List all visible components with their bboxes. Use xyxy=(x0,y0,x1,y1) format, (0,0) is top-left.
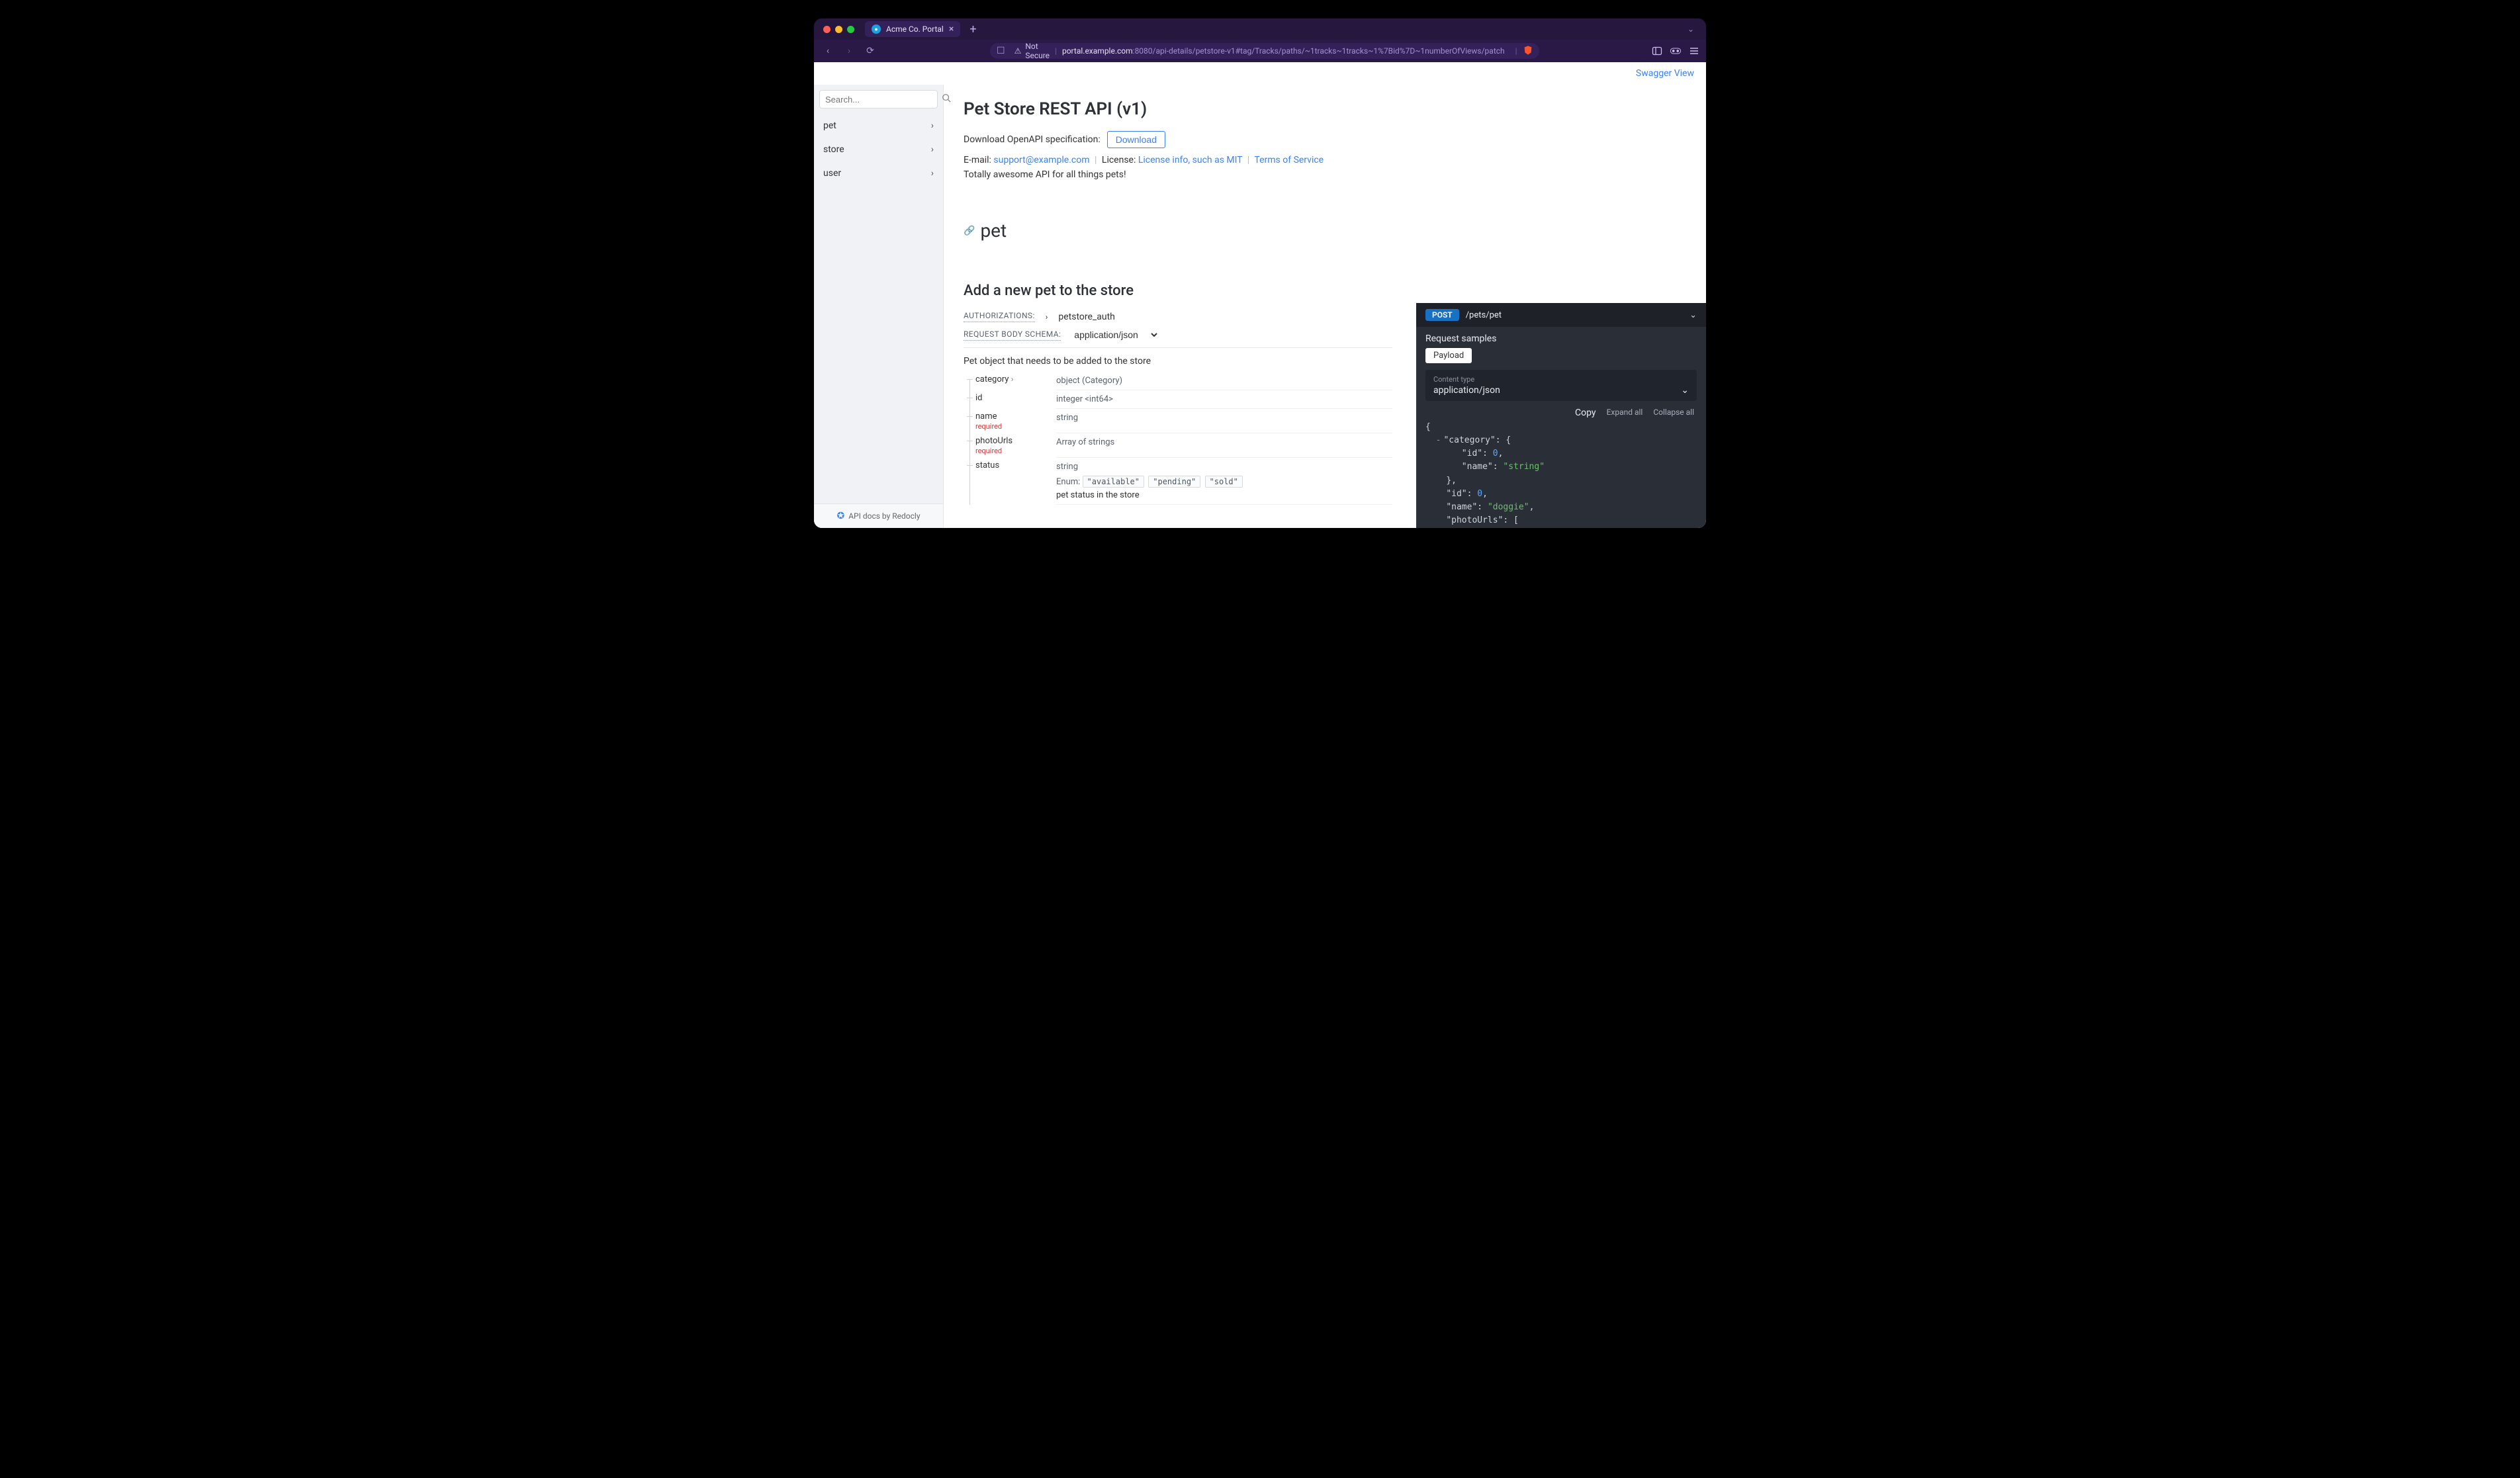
field-description: pet status in the store xyxy=(1056,490,1392,500)
sidebar-item-store[interactable]: store › xyxy=(814,138,943,161)
address-bar[interactable]: ☐ ⚠ Not Secure | portal.example.com:8080… xyxy=(990,43,1539,59)
copy-button[interactable]: Copy xyxy=(1575,408,1596,418)
license-link[interactable]: License info, such as MIT xyxy=(1138,155,1242,165)
search-input[interactable] xyxy=(825,95,942,105)
redocly-icon: ✪ xyxy=(836,511,844,521)
warning-icon: ⚠ xyxy=(1014,46,1022,56)
auth-scheme: petstore_auth xyxy=(1058,312,1115,322)
enum-value: "pending" xyxy=(1148,476,1200,488)
window-traffic-lights[interactable] xyxy=(823,26,854,33)
tabs-overflow-icon[interactable]: ⌄ xyxy=(1681,24,1701,34)
download-spec-label: Download OpenAPI specification: xyxy=(964,134,1101,145)
tab-close-icon[interactable]: × xyxy=(949,24,954,34)
page-viewport: Swagger View pet › xyxy=(814,62,1706,528)
brave-shield-icon[interactable] xyxy=(1523,45,1533,58)
minimize-window-icon[interactable] xyxy=(835,26,842,33)
endpoint-path: /pets/pet xyxy=(1466,310,1683,320)
content-area: Pet Store REST API (v1) Download OpenAPI… xyxy=(944,85,1706,528)
content-type-select[interactable]: application/json xyxy=(1071,329,1159,341)
url-text: portal.example.com:8080/api-details/pets… xyxy=(1062,46,1505,56)
tos-link[interactable]: Terms of Service xyxy=(1254,155,1324,165)
link-icon[interactable]: 🔗 xyxy=(964,226,975,236)
chevron-down-icon[interactable]: ⌄ xyxy=(1689,310,1697,320)
chevron-right-icon: › xyxy=(931,168,934,179)
sidebar-item-label: user xyxy=(823,168,841,179)
section-heading: pet xyxy=(980,220,1007,241)
nav-back-icon[interactable]: ‹ xyxy=(821,46,835,56)
sidebar-item-pet[interactable]: pet › xyxy=(814,114,943,138)
swagger-view-link[interactable]: Swagger View xyxy=(1636,68,1694,79)
chevron-right-icon: › xyxy=(931,144,934,155)
content-type-selector[interactable]: Content type application/json ⌄ xyxy=(1425,370,1697,401)
sidebar-footer-label: API docs by Redocly xyxy=(848,511,920,521)
field-name: photoUrls xyxy=(975,436,1012,446)
page-topbar: Swagger View xyxy=(814,62,1706,85)
sidebar: pet › store › user › ✪ API docs by Redoc… xyxy=(814,85,944,528)
field-type: Array of strings xyxy=(1056,437,1114,447)
enum-value: "available" xyxy=(1083,476,1144,488)
sidebar-toggle-icon[interactable] xyxy=(1652,46,1662,56)
chevron-down-icon[interactable]: ⌄ xyxy=(1681,385,1689,396)
download-button[interactable]: Download xyxy=(1107,131,1165,148)
sidebar-item-label: store xyxy=(823,144,844,155)
schema-table: category object (Category) id integer <i… xyxy=(964,372,1392,505)
request-samples-label: Request samples xyxy=(1416,327,1706,348)
content-type-label: Content type xyxy=(1433,375,1689,384)
field-name: id xyxy=(975,393,983,403)
field-type: string xyxy=(1056,413,1078,423)
field-type: integer <int64> xyxy=(1056,394,1113,404)
browser-window: ● Acme Co. Portal × + ⌄ ‹ › ⟳ ☐ ⚠ Not Se… xyxy=(814,19,1706,528)
sidebar-item-label: pet xyxy=(823,120,836,131)
collapse-all-button[interactable]: Collapse all xyxy=(1653,408,1694,418)
enum-label: Enum: xyxy=(1056,477,1080,487)
required-badge: required xyxy=(975,422,1056,431)
field-name: status xyxy=(975,460,999,470)
field-name: name xyxy=(975,412,997,421)
close-window-icon[interactable] xyxy=(823,26,831,33)
doc-column: Pet Store REST API (v1) Download OpenAPI… xyxy=(944,85,1416,528)
url-toolbar: ‹ › ⟳ ☐ ⚠ Not Secure | portal.example.co… xyxy=(814,40,1706,62)
reload-icon[interactable]: ⟳ xyxy=(863,46,878,56)
sidebar-footer[interactable]: ✪ API docs by Redocly xyxy=(814,503,943,528)
nav-forward-icon[interactable]: › xyxy=(842,46,856,56)
field-name[interactable]: category xyxy=(975,374,1014,384)
enum-value: "sold" xyxy=(1205,476,1243,488)
samples-panel: POST /pets/pet ⌄ Request samples Payload… xyxy=(1416,303,1706,528)
request-body-schema-label: REQUEST BODY SCHEMA: xyxy=(964,329,1061,341)
content-type-value: application/json xyxy=(1433,385,1500,396)
payload-tab[interactable]: Payload xyxy=(1425,348,1472,363)
chevron-right-icon: › xyxy=(931,120,934,131)
operation-title: Add a new pet to the store xyxy=(964,283,1392,299)
field-type: string xyxy=(1056,462,1392,472)
search-box[interactable] xyxy=(819,90,938,109)
api-meta: E-mail: support@example.com | License: L… xyxy=(964,155,1392,165)
sidebar-item-user[interactable]: user › xyxy=(814,161,943,185)
api-title: Pet Store REST API (v1) xyxy=(964,99,1392,119)
tab-title: Acme Co. Portal xyxy=(886,24,944,34)
hamburger-menu-icon[interactable] xyxy=(1689,46,1699,56)
json-sample: { -"category": { "id": 0, "name": "strin… xyxy=(1425,421,1697,528)
new-tab-button[interactable]: + xyxy=(966,22,980,36)
http-method-badge: POST xyxy=(1425,309,1459,321)
required-badge: required xyxy=(975,447,1056,455)
security-indicator[interactable]: ⚠ Not Secure xyxy=(1014,43,1050,59)
api-description: Totally awesome API for all things pets! xyxy=(964,169,1392,180)
bookmark-icon[interactable]: ☐ xyxy=(997,46,1005,56)
not-secure-label: Not Secure xyxy=(1025,43,1050,59)
endpoint-header[interactable]: POST /pets/pet ⌄ xyxy=(1416,303,1706,327)
request-body-description: Pet object that needs to be added to the… xyxy=(964,356,1392,367)
maximize-window-icon[interactable] xyxy=(847,26,854,33)
authorizations-label: AUTHORIZATIONS: xyxy=(964,311,1035,322)
chevron-right-icon[interactable]: › xyxy=(1046,312,1048,322)
tab-strip: ● Acme Co. Portal × + ⌄ xyxy=(814,19,1706,40)
email-link[interactable]: support@example.com xyxy=(993,155,1089,165)
expand-all-button[interactable]: Expand all xyxy=(1607,408,1643,418)
reader-mode-icon[interactable] xyxy=(1670,46,1681,56)
tab-favicon-icon: ● xyxy=(872,24,881,34)
browser-tab[interactable]: ● Acme Co. Portal × xyxy=(865,21,960,37)
field-type: object (Category) xyxy=(1056,376,1122,386)
